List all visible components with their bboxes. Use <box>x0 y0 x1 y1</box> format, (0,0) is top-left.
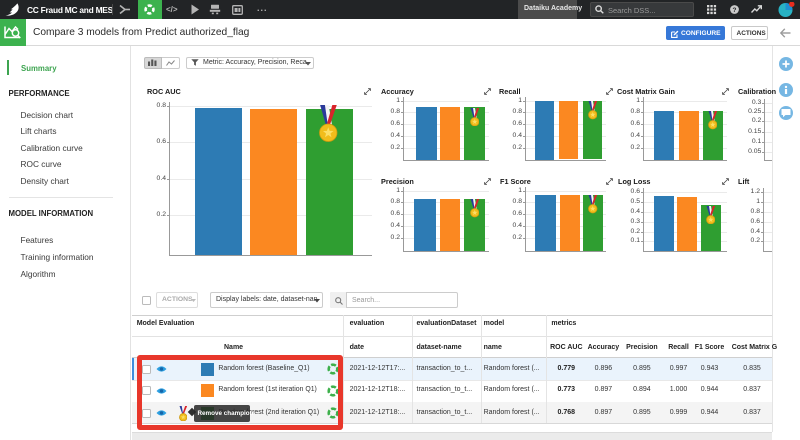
svg-text:?: ? <box>733 7 737 14</box>
